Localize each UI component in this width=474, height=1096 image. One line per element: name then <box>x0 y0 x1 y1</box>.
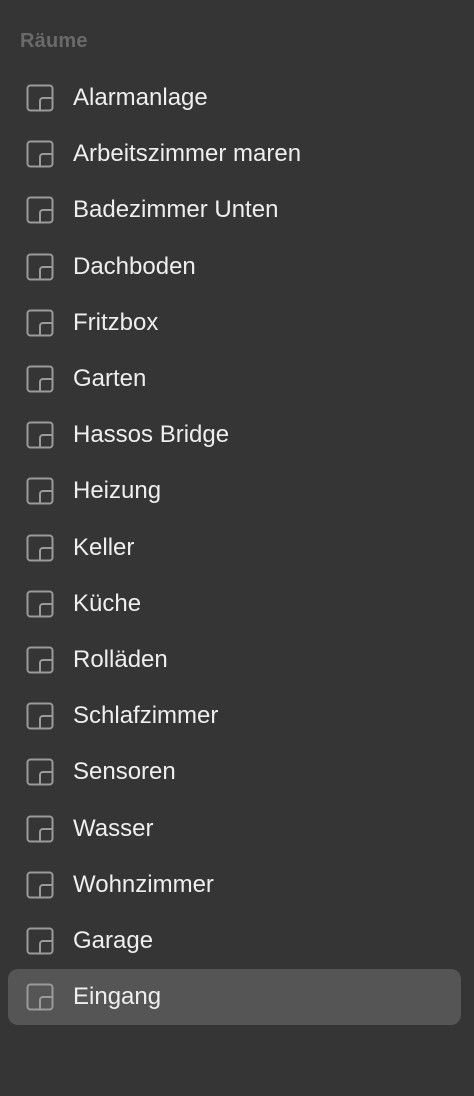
room-icon <box>26 983 54 1011</box>
section-header-rooms: Räume <box>20 30 88 52</box>
sidebar-item-room[interactable]: Schlafzimmer <box>8 688 461 744</box>
room-icon <box>26 196 54 224</box>
room-icon <box>26 871 54 899</box>
room-icon <box>26 253 54 281</box>
room-icon <box>26 309 54 337</box>
sidebar-item-label: Garten <box>73 365 147 393</box>
sidebar-item-room[interactable]: Eingang <box>8 969 461 1026</box>
room-icon <box>26 758 54 786</box>
rooms-sidebar: Räume Alarmanlage Arbeitszimmer maren Bade… <box>0 0 474 1096</box>
sidebar-item-room[interactable]: Wasser <box>8 800 461 856</box>
room-icon <box>26 927 54 955</box>
sidebar-item-room[interactable]: Garten <box>8 351 461 407</box>
sidebar-item-label: Schlafzimmer <box>73 702 219 730</box>
room-icon <box>26 84 54 112</box>
sidebar-item-room[interactable]: Garage <box>8 913 461 969</box>
room-icon <box>26 534 54 562</box>
sidebar-item-room[interactable]: Wohnzimmer <box>8 857 461 913</box>
sidebar-item-label: Garage <box>73 926 154 954</box>
room-icon <box>26 590 54 618</box>
sidebar-item-label: Keller <box>73 533 135 561</box>
sidebar-item-room[interactable]: Keller <box>8 520 461 576</box>
sidebar-item-label: Alarmanlage <box>73 84 208 112</box>
room-icon <box>26 646 54 674</box>
sidebar-item-label: Hassos Bridge <box>73 421 230 449</box>
room-icon <box>26 421 54 449</box>
sidebar-item-label: Eingang <box>73 983 162 1011</box>
room-list: Alarmanlage Arbeitszimmer maren Badezimmer… <box>8 70 461 1026</box>
sidebar-item-label: Wohnzimmer <box>73 870 214 898</box>
sidebar-item-room[interactable]: Küche <box>8 576 461 632</box>
sidebar-item-room[interactable]: Badezimmer Unten <box>8 182 461 238</box>
sidebar-item-room[interactable]: Sensoren <box>8 744 461 800</box>
sidebar-item-room[interactable]: Heizung <box>8 463 461 519</box>
sidebar-item-label: Dachboden <box>73 252 196 280</box>
room-icon <box>26 140 54 168</box>
sidebar-item-label: Fritzbox <box>73 308 159 336</box>
room-icon <box>26 815 54 843</box>
room-icon <box>26 702 54 730</box>
sidebar-item-label: Wasser <box>73 814 154 842</box>
sidebar-item-room[interactable]: Alarmanlage <box>8 70 461 126</box>
sidebar-item-room[interactable]: Fritzbox <box>8 295 461 351</box>
sidebar-item-label: Badezimmer Unten <box>73 196 279 224</box>
room-icon <box>26 365 54 393</box>
room-icon <box>26 477 54 505</box>
sidebar-item-label: Arbeitszimmer maren <box>73 140 302 168</box>
sidebar-item-room[interactable]: Hassos Bridge <box>8 407 461 463</box>
sidebar-item-label: Sensoren <box>73 758 176 786</box>
sidebar-item-label: Heizung <box>73 477 162 505</box>
sidebar-item-room[interactable]: Arbeitszimmer maren <box>8 126 461 182</box>
sidebar-item-label: Rolläden <box>73 645 168 673</box>
sidebar-item-room[interactable]: Dachboden <box>8 239 461 295</box>
sidebar-item-room[interactable]: Rolläden <box>8 632 461 688</box>
sidebar-item-label: Küche <box>73 589 142 617</box>
